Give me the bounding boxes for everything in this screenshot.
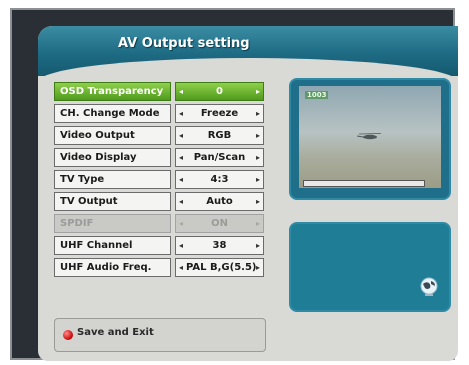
- setting-value-selector[interactable]: ◂ Auto ▸: [175, 192, 264, 211]
- setting-value: Auto: [206, 196, 233, 207]
- setting-label: TV Type: [54, 170, 171, 189]
- arrow-right-icon[interactable]: ▸: [256, 259, 260, 276]
- setting-value-selector[interactable]: ◂ 4:3 ▸: [175, 170, 264, 189]
- arrow-right-icon[interactable]: ▸: [256, 193, 260, 210]
- tv-frame: AV Output setting OSD Transparency ◂ 0 ▸…: [10, 8, 458, 361]
- setting-value: 4:3: [210, 174, 229, 185]
- arrow-left-icon[interactable]: ◂: [179, 171, 183, 188]
- save-and-exit-hint[interactable]: Save and Exit: [54, 318, 266, 352]
- setting-value-selector[interactable]: ◂ 0 ▸: [175, 82, 264, 101]
- arrow-left-icon[interactable]: ◂: [179, 193, 183, 210]
- setting-value-selector[interactable]: ◂ Freeze ▸: [175, 104, 264, 123]
- arrow-left-icon[interactable]: ◂: [179, 237, 183, 254]
- panel-header: AV Output setting: [38, 26, 458, 98]
- setting-label: UHF Audio Freq.: [54, 258, 171, 277]
- setting-value-selector[interactable]: ◂ PAL B,G(5.5) ▸: [175, 258, 264, 277]
- channel-tag: 1003: [305, 91, 329, 99]
- setting-label: OSD Transparency: [54, 82, 171, 101]
- arrow-right-icon[interactable]: ▸: [256, 105, 260, 122]
- preview-ticker: [303, 180, 425, 187]
- arrow-left-icon[interactable]: ◂: [179, 83, 183, 100]
- arrow-right-icon: ▸: [255, 219, 260, 228]
- setting-value-selector: ◂ ON ▸: [175, 214, 264, 233]
- setting-label: CH. Change Mode: [54, 104, 171, 123]
- arrow-right-icon[interactable]: ▸: [256, 237, 260, 254]
- av-output-panel: AV Output setting OSD Transparency ◂ 0 ▸…: [38, 26, 458, 361]
- arrow-left-icon: ◂: [179, 219, 184, 228]
- setting-label: Video Display: [54, 148, 171, 167]
- setting-value: ON: [211, 218, 228, 229]
- setting-label: TV Output: [54, 192, 171, 211]
- setting-label: SPDIF: [54, 214, 171, 233]
- setting-value: Pan/Scan: [193, 152, 246, 163]
- save-and-exit-label: Save and Exit: [77, 327, 154, 338]
- arrow-right-icon[interactable]: ▸: [256, 83, 260, 100]
- globe-icon: [420, 277, 438, 296]
- setting-value: 0: [216, 86, 223, 97]
- info-box: [289, 222, 451, 312]
- red-button-icon: [63, 330, 73, 340]
- page-title: AV Output setting: [118, 36, 250, 51]
- setting-value: Freeze: [200, 108, 239, 119]
- setting-value-selector[interactable]: ◂ Pan/Scan ▸: [175, 148, 264, 167]
- video-preview: 1003: [289, 78, 451, 200]
- setting-value: RGB: [207, 130, 232, 141]
- helicopter-image: [357, 133, 382, 140]
- arrow-left-icon[interactable]: ◂: [179, 127, 183, 144]
- arrow-right-icon[interactable]: ▸: [256, 127, 260, 144]
- setting-label: UHF Channel: [54, 236, 171, 255]
- setting-label: Video Output: [54, 126, 171, 145]
- arrow-right-icon[interactable]: ▸: [256, 149, 260, 166]
- arrow-left-icon[interactable]: ◂: [179, 149, 183, 166]
- arrow-right-icon[interactable]: ▸: [256, 171, 260, 188]
- setting-value-selector[interactable]: ◂ RGB ▸: [175, 126, 264, 145]
- setting-value-selector[interactable]: ◂ 38 ▸: [175, 236, 264, 255]
- setting-value: 38: [212, 240, 227, 251]
- preview-video: 1003: [299, 86, 441, 188]
- setting-value: PAL B,G(5.5): [186, 262, 257, 273]
- arrow-left-icon[interactable]: ◂: [179, 105, 183, 122]
- arrow-left-icon[interactable]: ◂: [179, 259, 183, 276]
